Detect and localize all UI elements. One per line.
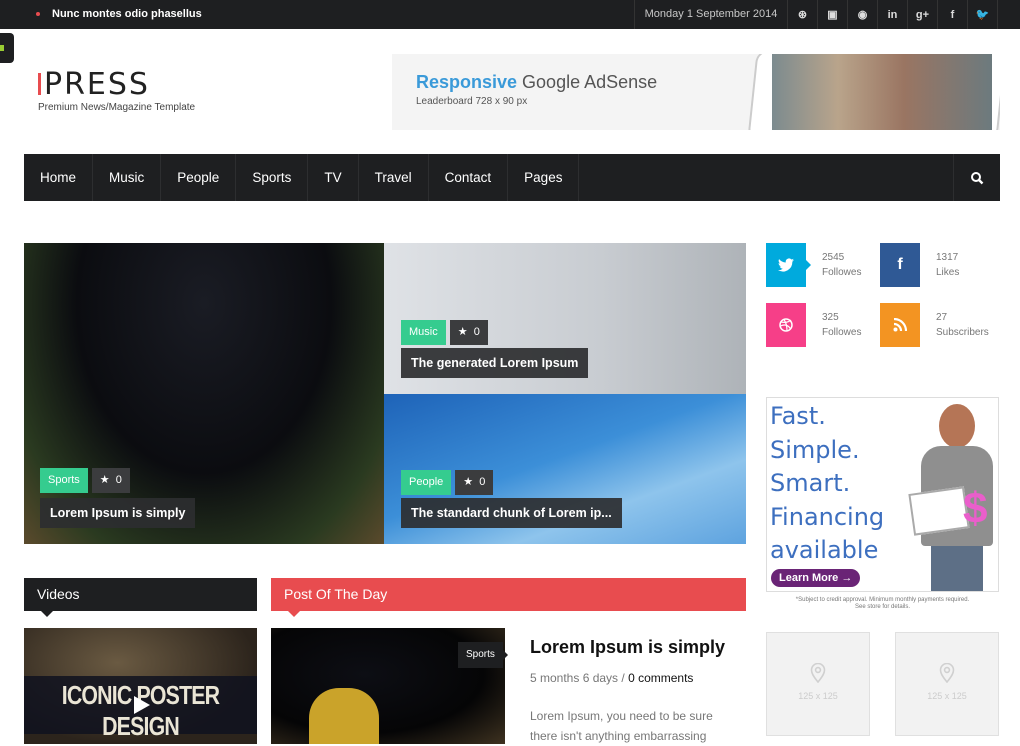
dribbble-icon[interactable]: ⊛ [788, 0, 818, 29]
main-nav: Home Music People Sports TV Travel Conta… [24, 154, 1000, 201]
ad-placeholder-125[interactable]: 125 x 125 [766, 632, 870, 736]
post-title[interactable]: Lorem Ipsum is simply [530, 637, 725, 658]
logo-tagline: Premium News/Magazine Template [38, 102, 196, 113]
category-badge[interactable]: People [401, 470, 452, 495]
post-of-the-day-heading: Post Of The Day [271, 578, 746, 617]
ad-highlight: Responsive [416, 72, 518, 92]
instagram-icon[interactable]: ▣ [818, 0, 848, 29]
ticker-text[interactable]: Nunc montes odio phasellus [52, 8, 202, 20]
ad-line: available [770, 536, 879, 564]
logo-i-bar [38, 73, 41, 95]
featured-post-2[interactable]: Music ★ 0 The generated Lorem Ipsum [384, 243, 746, 394]
rss-counter-icon[interactable] [880, 303, 925, 347]
play-icon[interactable] [134, 696, 150, 714]
rating-badge: ★ 0 [449, 320, 488, 345]
featured-title[interactable]: The generated Lorem Ipsum [401, 348, 589, 378]
style-switcher-toggle[interactable] [0, 33, 14, 63]
palette-icon [0, 45, 4, 51]
dribbble-count: 325 Followes [822, 312, 862, 338]
rating-badge: ★ 0 [91, 468, 130, 493]
post-excerpt: Lorem Ipsum, you need to be sure there i… [530, 709, 713, 743]
linkedin-icon[interactable]: in [878, 0, 908, 29]
post-meta: 5 months 6 days / 0 comments [530, 671, 693, 685]
video-thumbnail[interactable]: ICONIC POSTER DESIGN [24, 628, 257, 744]
map-pin-icon [939, 663, 955, 683]
ad-placeholder-125[interactable]: 125 x 125 [895, 632, 999, 736]
videos-heading: Videos [24, 578, 257, 617]
post-age: 5 months 6 days / [530, 671, 629, 685]
dollar-sign-icon: $ [963, 484, 988, 533]
news-ticker[interactable]: Nunc montes odio phasellus [36, 0, 202, 29]
nav-home[interactable]: Home [24, 154, 94, 201]
comments-link[interactable]: 0 comments [628, 671, 693, 685]
nav-pages[interactable]: Pages [508, 154, 580, 201]
nav-contact[interactable]: Contact [429, 154, 509, 201]
ad-fine-print: *Subject to credit approval. Minimum mon… [795, 597, 970, 610]
github-icon[interactable]: ◉ [848, 0, 878, 29]
placeholder-label: 125 x 125 [798, 691, 838, 701]
leaderboard-ad[interactable]: Responsive Google AdSense Leaderboard 72… [392, 54, 1000, 130]
category-badge[interactable]: Music [401, 320, 446, 345]
star-icon: ★ [99, 474, 110, 486]
top-bar: Nunc montes odio phasellus Monday 1 Sept… [0, 0, 1020, 29]
ad-line: Financing [770, 502, 885, 531]
map-pin-icon [810, 663, 826, 683]
star-icon: ★ [463, 476, 474, 488]
google-plus-icon[interactable]: g+ [908, 0, 938, 29]
site-logo[interactable]: PRESS Premium News/Magazine Template [38, 68, 195, 113]
ad-line: Simple. [770, 435, 860, 464]
ad-title: Google AdSense [517, 72, 658, 92]
learn-more-button[interactable]: Learn More → [771, 569, 861, 587]
facebook-icon[interactable]: f [938, 0, 968, 29]
ticker-bullet-icon [36, 12, 40, 17]
star-icon: ★ [457, 326, 468, 338]
featured-post-3[interactable]: People ★ 0 The standard chunk of Lorem i… [384, 394, 746, 544]
nav-people[interactable]: People [161, 154, 237, 201]
rating-badge: ★ 0 [455, 470, 494, 495]
nav-tv[interactable]: TV [308, 154, 359, 201]
logo-brand: PRESS [44, 67, 150, 102]
twitter-count: 2545 Followes [822, 252, 862, 278]
facebook-counter-icon[interactable]: f [880, 243, 925, 287]
nav-music[interactable]: Music [93, 154, 162, 201]
current-date: Monday 1 September 2014 [634, 0, 788, 29]
twitter-counter-icon[interactable] [766, 243, 811, 287]
twitter-icon[interactable]: 🐦 [968, 0, 998, 29]
ad-subtitle: Leaderboard 728 x 90 px [416, 96, 528, 107]
ad-line: Fast. [770, 402, 826, 430]
sidebar-financing-ad[interactable]: Fast. Simple. Smart. Financing available… [766, 397, 999, 592]
credit-card-icon [908, 486, 970, 536]
rss-count: 27 Subscribers [936, 312, 989, 338]
ad-model-image: $ [908, 404, 997, 591]
social-links: ⊛ ▣ ◉ in g+ f 🐦 [788, 0, 998, 29]
ad-line: Smart. [770, 469, 851, 497]
search-button[interactable] [953, 154, 1000, 201]
facebook-count: 1317 Likes [936, 252, 960, 278]
nav-sports[interactable]: Sports [236, 154, 309, 201]
dribbble-counter-icon[interactable] [766, 303, 811, 347]
search-icon [971, 171, 984, 184]
category-badge[interactable]: Sports [40, 468, 88, 493]
nav-travel[interactable]: Travel [359, 154, 429, 201]
ad-screen-image [772, 54, 992, 130]
placeholder-label: 125 x 125 [927, 691, 967, 701]
featured-title[interactable]: The standard chunk of Lorem ip... [401, 498, 622, 528]
post-category-tag[interactable]: Sports [458, 642, 508, 668]
featured-post-1[interactable]: Sports ★ 0 Lorem Ipsum is simply [24, 243, 384, 544]
featured-title[interactable]: Lorem Ipsum is simply [40, 498, 196, 528]
